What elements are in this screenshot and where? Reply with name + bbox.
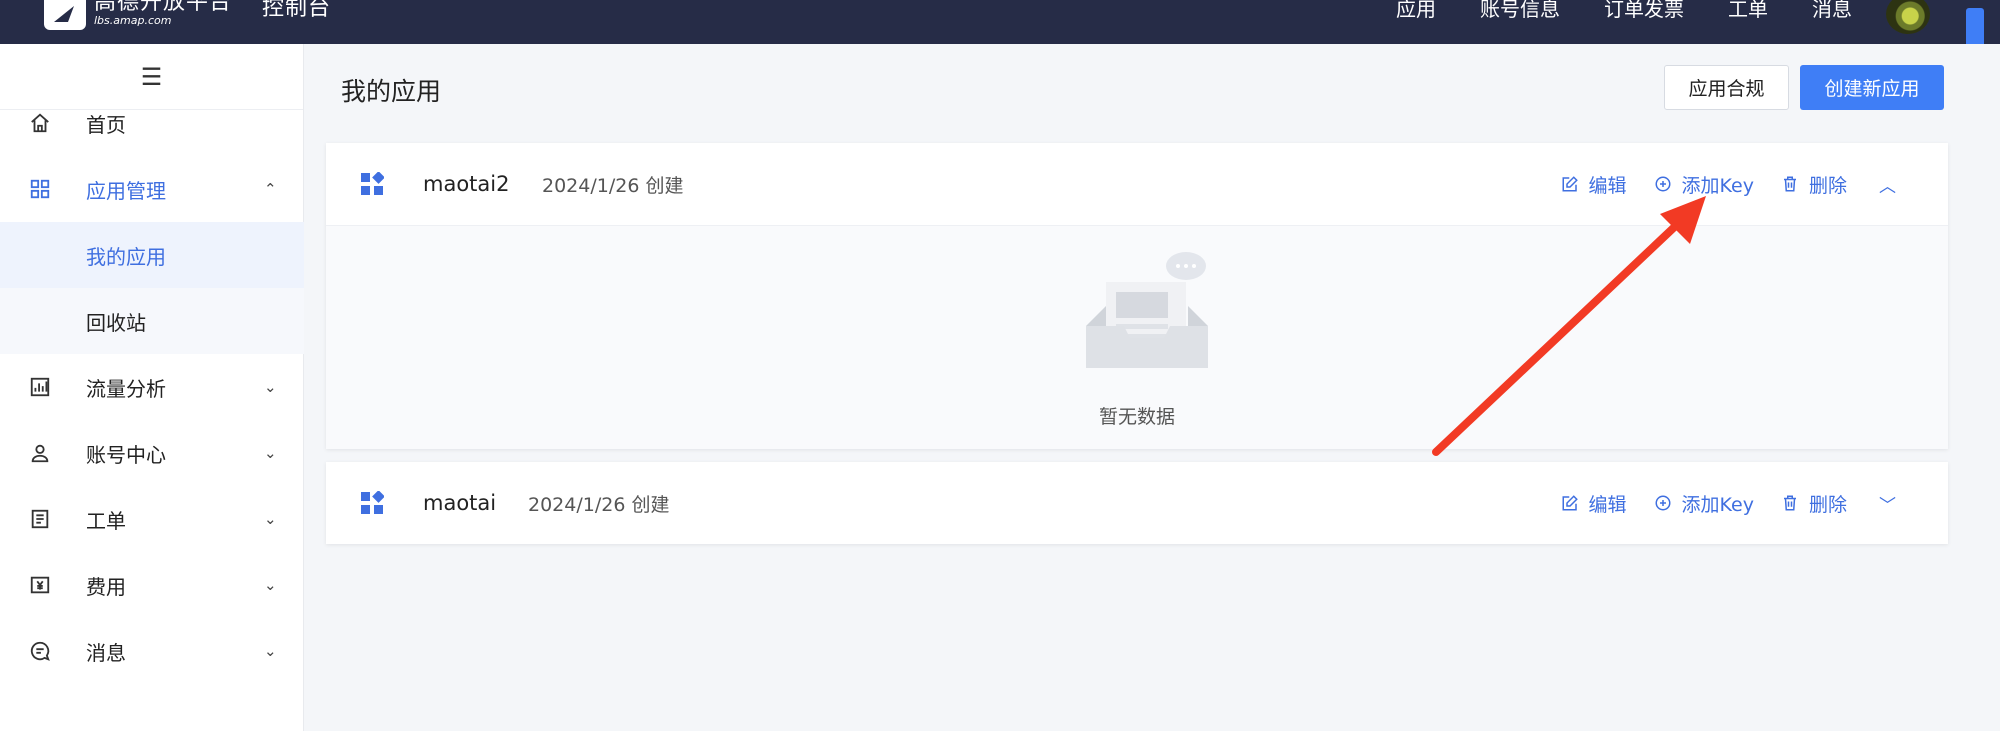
logo-title: 高德开放平台 (94, 0, 233, 15)
page-title: 我的应用 (341, 77, 442, 106)
logo-subtitle: lbs.amap.com (94, 14, 172, 27)
app-actions: 编辑 添加Key 删除 ︿ (1560, 171, 1896, 198)
app-compliance-button[interactable]: 应用合规 (1664, 65, 1789, 110)
chevron-down-icon: ⌄ (264, 576, 277, 594)
sidebar-item-traffic-analysis[interactable]: 流量分析 ⌄ (0, 354, 304, 420)
top-navigation-bar: 高德开放平台 lbs.amap.com 控制台 应用 账号信息 订单发票 工单 … (0, 0, 2000, 50)
top-nav-menu: 应用 账号信息 订单发票 工单 消息 (1396, 0, 1852, 19)
add-key-button[interactable]: 添加Key (1653, 171, 1754, 198)
chevron-down-icon: ⌄ (264, 444, 277, 462)
app-keys-panel: 暂无数据 (326, 225, 1948, 449)
app-card: maotai2 2024/1/26 创建 编辑 添加Key 删除 ︿ 暂无数据 (326, 143, 1948, 449)
sidebar-item-label: 工单 (86, 508, 126, 533)
grid-icon (28, 177, 52, 201)
trash-icon (1780, 493, 1800, 513)
edit-button[interactable]: 编辑 (1560, 490, 1627, 517)
app-actions: 编辑 添加Key 删除 ﹀ (1560, 490, 1896, 517)
yen-icon (28, 573, 52, 597)
sidebar-item-label: 账号中心 (86, 442, 166, 467)
app-name: maotai2 (423, 172, 510, 196)
main-content: 我的应用 应用合规 创建新应用 maotai2 2024/1/26 创建 编辑 … (305, 44, 2000, 731)
user-avatar[interactable] (1886, 0, 1930, 34)
empty-inbox-icon (1086, 252, 1208, 368)
logo-mark-icon (44, 0, 86, 30)
topnav-account-info[interactable]: 账号信息 (1480, 0, 1560, 19)
sidebar-item-label: 应用管理 (86, 178, 166, 203)
chevron-down-icon: ⌄ (264, 510, 277, 528)
delete-button[interactable]: 删除 (1780, 171, 1847, 198)
edit-icon (1560, 174, 1580, 194)
app-created-date: 2024/1/26 创建 (542, 174, 684, 197)
sidebar-item-billing[interactable]: 费用 ⌄ (0, 552, 304, 618)
home-icon (28, 111, 52, 135)
chevron-up-icon: ⌃ (264, 180, 277, 198)
add-key-button[interactable]: 添加Key (1653, 490, 1754, 517)
delete-button[interactable]: 删除 (1780, 490, 1847, 517)
app-name: maotai (423, 491, 497, 515)
chevron-up-icon[interactable]: ︿ (1879, 172, 1896, 197)
app-grid-icon (361, 172, 384, 195)
chevron-down-icon[interactable]: ﹀ (1879, 491, 1896, 516)
chevron-down-icon: ⌄ (264, 378, 277, 396)
user-icon (28, 441, 52, 465)
topnav-tickets[interactable]: 工单 (1728, 0, 1768, 19)
app-grid-icon (361, 491, 384, 514)
sidebar-item-home[interactable]: 首页 (0, 90, 304, 156)
sidebar-item-label: 费用 (86, 574, 126, 599)
topnav-orders-invoices[interactable]: 订单发票 (1604, 0, 1684, 19)
plus-circle-icon (1653, 174, 1673, 194)
app-card-header[interactable]: maotai2 2024/1/26 创建 编辑 添加Key 删除 ︿ (326, 143, 1948, 225)
chevron-down-icon: ⌄ (264, 642, 277, 660)
sidebar-item-account-center[interactable]: 账号中心 ⌄ (0, 420, 304, 486)
create-new-app-button[interactable]: 创建新应用 (1800, 65, 1944, 110)
message-icon (28, 639, 52, 663)
app-card-header[interactable]: maotai 2024/1/26 创建 编辑 添加Key 删除 ﹀ (326, 462, 1948, 544)
empty-state-text: 暂无数据 (1098, 406, 1175, 428)
amap-logo[interactable]: 高德开放平台 lbs.amap.com (44, 0, 232, 32)
app-card: maotai 2024/1/26 创建 编辑 添加Key 删除 ﹀ (326, 462, 1948, 544)
topnav-messages[interactable]: 消息 (1812, 0, 1852, 19)
sidebar-item-tickets[interactable]: 工单 ⌄ (0, 486, 304, 552)
console-title: 控制台 (262, 0, 332, 21)
plus-circle-icon (1653, 493, 1673, 513)
sidebar-item-label: 消息 (86, 640, 126, 665)
sidebar-item-recycle-bin[interactable]: 回收站 (0, 288, 304, 354)
sidebar-item-label: 我的应用 (86, 244, 166, 269)
sidebar-item-messages[interactable]: 消息 ⌄ (0, 618, 304, 684)
edit-button[interactable]: 编辑 (1560, 171, 1627, 198)
sidebar: ☰ 首页 应用管理 ⌃ 我的应用 回收站 流量分析 ⌄ 账号中心 ⌄ 工单 ⌄ … (0, 44, 304, 731)
trash-icon (1780, 174, 1800, 194)
topnav-apps[interactable]: 应用 (1396, 0, 1436, 19)
sidebar-item-label: 首页 (86, 112, 126, 137)
sidebar-item-label: 流量分析 (86, 376, 166, 401)
chart-icon (28, 375, 52, 399)
sidebar-item-my-apps[interactable]: 我的应用 (0, 222, 304, 288)
sidebar-item-app-management[interactable]: 应用管理 ⌃ (0, 156, 304, 222)
app-created-date: 2024/1/26 创建 (528, 493, 670, 516)
edit-icon (1560, 493, 1580, 513)
clipboard-icon (28, 507, 52, 531)
sidebar-item-label: 回收站 (86, 310, 146, 335)
